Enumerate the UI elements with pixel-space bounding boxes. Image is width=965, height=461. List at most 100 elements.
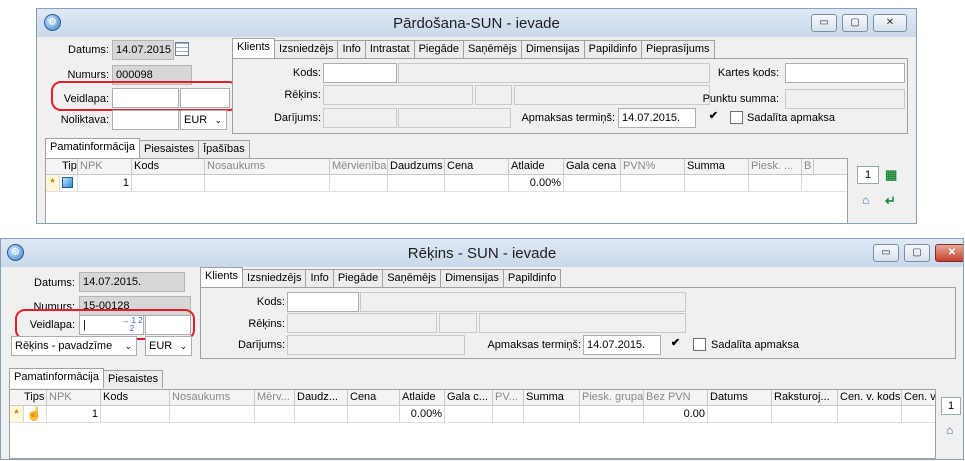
tab-klients[interactable]: Klients bbox=[232, 38, 276, 58]
tab-pamatinformacija[interactable]: Pamatinformācija bbox=[9, 368, 104, 388]
row-atlaide[interactable]: 0.00% bbox=[400, 406, 445, 422]
table-row[interactable]: * 1 0.00% bbox=[46, 175, 847, 192]
tab-dimensijas[interactable]: Dimensijas bbox=[440, 269, 504, 287]
tab-izsniedzejs[interactable]: Izsniedzējs bbox=[274, 40, 339, 58]
col-merv[interactable]: Mērv... bbox=[255, 390, 295, 405]
sadalita-checkbox[interactable] bbox=[730, 111, 743, 124]
col-daudz[interactable]: Daudz... bbox=[295, 390, 348, 405]
row-cen-v[interactable] bbox=[902, 406, 935, 422]
row-cena[interactable] bbox=[445, 175, 509, 191]
tab-izsniedzejs[interactable]: Izsniedzējs bbox=[242, 269, 307, 287]
col-b[interactable]: B bbox=[802, 159, 814, 174]
row-count-field[interactable]: 1 bbox=[941, 397, 961, 415]
tab-pieprasijums[interactable]: Pieprasījums bbox=[640, 40, 715, 58]
col-tips[interactable]: Tips bbox=[46, 159, 78, 174]
currency-select[interactable]: EUR ⌄ bbox=[180, 110, 227, 130]
col-gala-cena[interactable]: Gala cena bbox=[564, 159, 621, 174]
row-daudzums[interactable] bbox=[388, 175, 445, 191]
row-atlaide[interactable]: 0.00% bbox=[509, 175, 564, 191]
kods-field[interactable] bbox=[323, 63, 397, 83]
col-raksturojums[interactable]: Raksturoj... bbox=[772, 390, 838, 405]
row-npk[interactable]: 1 bbox=[78, 175, 132, 191]
maximize-button[interactable]: ▢ bbox=[904, 244, 930, 262]
items-grid[interactable]: Tips NPK Kods Nosaukums Mērv... Daudz...… bbox=[9, 389, 936, 459]
col-cena[interactable]: Cena bbox=[445, 159, 509, 174]
col-mervieniba[interactable]: Mērvienība bbox=[330, 159, 388, 174]
row-raksturojums[interactable] bbox=[772, 406, 838, 422]
row-datums[interactable] bbox=[708, 406, 772, 422]
row-mervieniba[interactable] bbox=[330, 175, 388, 191]
calendar-icon[interactable] bbox=[175, 42, 189, 56]
tab-klients[interactable]: Klients bbox=[200, 267, 244, 287]
col-pvn[interactable]: PVN% bbox=[621, 159, 685, 174]
row-npk[interactable]: 1 bbox=[47, 406, 101, 422]
row-piesk-grupa[interactable] bbox=[580, 406, 644, 422]
col-atlaide[interactable]: Atlaide bbox=[400, 390, 445, 405]
tab-piesaistes[interactable]: Piesaistes bbox=[138, 140, 200, 158]
datums-field[interactable]: 14.07.2015. bbox=[79, 272, 185, 292]
row-summa[interactable] bbox=[524, 406, 580, 422]
title-bar[interactable]: ⚙ Pārdošana-SUN - ievade ▭ ▢ ✕ bbox=[37, 9, 916, 37]
currency-select[interactable]: EUR ⌄ bbox=[145, 336, 192, 356]
tab-piegade[interactable]: Piegāde bbox=[332, 269, 384, 287]
apmaksas-termins-field[interactable]: 14.07.2015. bbox=[618, 108, 696, 128]
close-button[interactable]: ✕ bbox=[935, 244, 963, 262]
row-merv[interactable] bbox=[255, 406, 295, 422]
table-row[interactable]: * ☝ 1 0.00% 0.00 bbox=[10, 406, 935, 423]
col-kods[interactable]: Kods bbox=[132, 159, 205, 174]
row-bez-pvn[interactable]: 0.00 bbox=[644, 406, 708, 422]
col-npk[interactable]: NPK bbox=[78, 159, 132, 174]
row-pvn[interactable] bbox=[621, 175, 685, 191]
tab-papildinfo[interactable]: Papildinfo bbox=[583, 40, 642, 58]
col-nosaukums[interactable]: Nosaukums bbox=[170, 390, 255, 405]
minimize-button[interactable]: ▭ bbox=[873, 244, 899, 262]
tab-info[interactable]: Info bbox=[305, 269, 334, 287]
row-gala-cena[interactable] bbox=[445, 406, 493, 422]
maximize-button[interactable]: ▢ bbox=[842, 14, 868, 32]
col-summa[interactable]: Summa bbox=[685, 159, 749, 174]
apmaksas-termins-field[interactable]: 14.07.2015. bbox=[583, 335, 661, 355]
col-pvn[interactable]: PV... bbox=[493, 390, 524, 405]
col-nosaukums[interactable]: Nosaukums bbox=[205, 159, 330, 174]
col-datums[interactable]: Datums bbox=[708, 390, 772, 405]
sadalita-checkbox[interactable] bbox=[693, 338, 706, 351]
col-tips[interactable]: Tips bbox=[10, 390, 47, 405]
title-bar[interactable]: ⚙ Rēķins - SUN - ievade ▭ ▢ ✕ bbox=[1, 239, 963, 267]
datums-field[interactable]: 14.07.2015 bbox=[112, 40, 174, 60]
apmaksas-checkbox[interactable]: ✔ bbox=[669, 338, 682, 351]
col-cen-v[interactable]: Cen. v bbox=[902, 390, 935, 405]
kartes-kods-field[interactable] bbox=[785, 63, 905, 83]
col-gala-cena[interactable]: Gala c... bbox=[445, 390, 493, 405]
tab-sanemejs[interactable]: Saņēmējs bbox=[382, 269, 442, 287]
col-cena[interactable]: Cena bbox=[348, 390, 400, 405]
home-icon[interactable]: ⌂ bbox=[862, 193, 869, 207]
tab-intrastat[interactable]: Intrastat bbox=[364, 40, 415, 58]
tab-info[interactable]: Info bbox=[337, 40, 366, 58]
col-atlaide[interactable]: Atlaide bbox=[509, 159, 564, 174]
tab-pamatinformacija[interactable]: Pamatinformācija bbox=[45, 138, 140, 158]
col-daudzums[interactable]: Daudzums bbox=[388, 159, 445, 174]
col-cen-v-kods[interactable]: Cen. v. kods bbox=[838, 390, 902, 405]
row-nosaukums[interactable] bbox=[170, 406, 255, 422]
doc-type-select[interactable]: Rēķins - pavadzīme ⌄ bbox=[11, 336, 137, 356]
row-pvn[interactable] bbox=[493, 406, 524, 422]
col-kods[interactable]: Kods bbox=[101, 390, 170, 405]
return-icon[interactable]: ↵ bbox=[885, 193, 896, 209]
row-cen-v-kods[interactable] bbox=[838, 406, 902, 422]
col-bez-pvn[interactable]: Bez PVN bbox=[644, 390, 708, 405]
col-summa[interactable]: Summa bbox=[524, 390, 580, 405]
tab-dimensijas[interactable]: Dimensijas bbox=[520, 40, 585, 58]
excel-icon[interactable]: ▦ bbox=[885, 167, 897, 183]
col-npk[interactable]: NPK bbox=[47, 390, 101, 405]
apmaksas-checkbox[interactable]: ✔ bbox=[707, 111, 720, 124]
col-piesk[interactable]: Piesk. ... bbox=[749, 159, 802, 174]
row-nosaukums[interactable] bbox=[205, 175, 330, 191]
minimize-button[interactable]: ▭ bbox=[811, 14, 837, 32]
row-gala-cena[interactable] bbox=[564, 175, 621, 191]
tab-piegade[interactable]: Piegāde bbox=[413, 40, 464, 58]
tab-piesaistes[interactable]: Piesaistes bbox=[102, 370, 164, 388]
close-button[interactable]: ✕ bbox=[873, 14, 907, 32]
col-piesk-grupa[interactable]: Piesk. grupa bbox=[580, 390, 644, 405]
noliktava-field[interactable] bbox=[112, 110, 179, 130]
home-icon[interactable]: ⌂ bbox=[946, 423, 953, 437]
